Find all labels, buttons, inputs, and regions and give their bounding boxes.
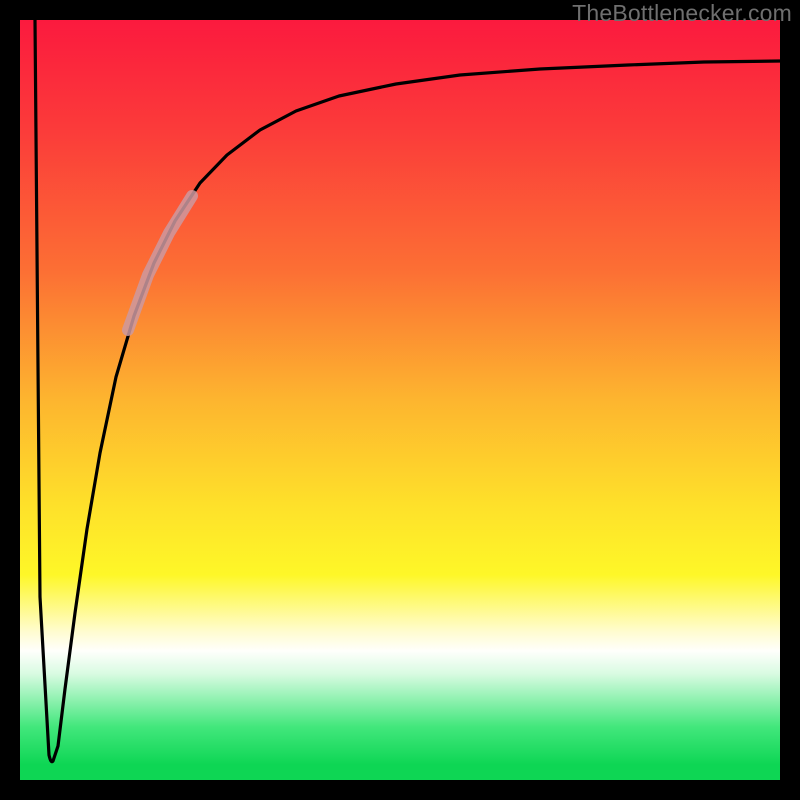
bottleneck-curve (35, 20, 780, 762)
frame-bottom (0, 780, 800, 800)
frame-right (780, 0, 800, 800)
watermark-text: TheBottlenecker.com (572, 0, 792, 27)
frame-left (0, 0, 20, 800)
curve-layer (20, 20, 780, 780)
curve-highlight (128, 196, 192, 330)
chart-stage: TheBottlenecker.com (0, 0, 800, 800)
